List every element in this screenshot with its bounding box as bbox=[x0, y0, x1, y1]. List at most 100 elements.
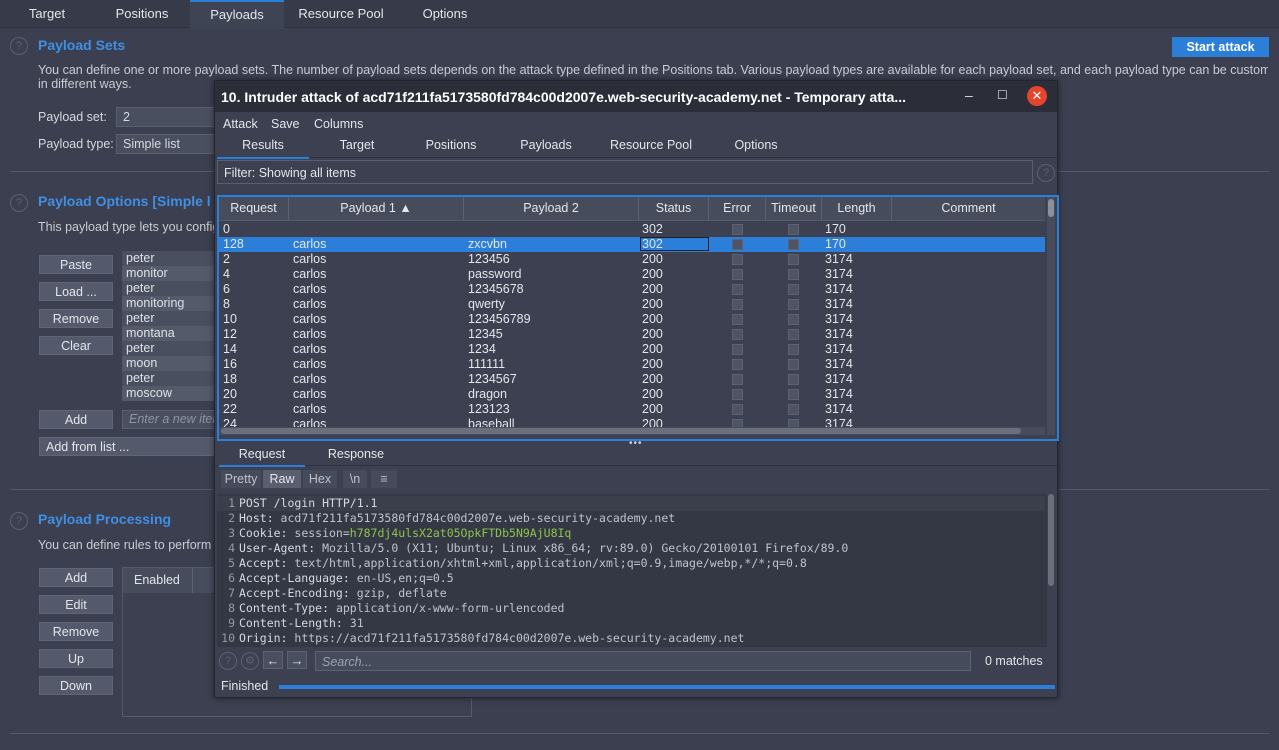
column-payload-1[interactable]: Payload 1 ▲ bbox=[289, 197, 464, 220]
add-from-list-button[interactable]: Add from list ... bbox=[39, 437, 216, 456]
help-icon[interactable]: ? bbox=[10, 194, 28, 212]
results-table[interactable]: Request Payload 1 ▲ Payload 2 Status Err… bbox=[217, 195, 1059, 441]
vertical-scrollbar[interactable] bbox=[1047, 197, 1055, 435]
settings-icon[interactable]: ⚙ bbox=[241, 652, 259, 670]
column-timeout[interactable]: Timeout bbox=[766, 197, 822, 220]
list-item[interactable]: peter bbox=[122, 371, 216, 386]
menu-save[interactable]: Save bbox=[271, 117, 300, 131]
list-item[interactable]: peter bbox=[122, 341, 216, 356]
add-item-button[interactable]: Add bbox=[39, 410, 113, 429]
column-error[interactable]: Error bbox=[709, 197, 766, 220]
help-icon[interactable]: ? bbox=[219, 652, 237, 670]
remove-rule-button[interactable]: Remove bbox=[39, 622, 113, 641]
tab-payloads[interactable]: Payloads bbox=[497, 135, 595, 157]
help-icon[interactable]: ? bbox=[10, 37, 28, 55]
load-button[interactable]: Load ... bbox=[39, 282, 113, 301]
newline-toggle-button[interactable]: \n bbox=[343, 470, 367, 488]
search-input[interactable]: Search... bbox=[315, 651, 971, 671]
list-item[interactable]: moscow bbox=[122, 386, 216, 401]
table-row[interactable]: 22 carlos 123123 200 3174 bbox=[219, 402, 1045, 417]
table-row[interactable]: 4 carlos password 200 3174 bbox=[219, 267, 1045, 282]
scroll-thumb[interactable] bbox=[1048, 199, 1054, 217]
up-rule-button[interactable]: Up bbox=[39, 649, 113, 668]
error-checkbox bbox=[732, 254, 743, 265]
horizontal-scrollbar[interactable] bbox=[219, 427, 1045, 435]
remove-button[interactable]: Remove bbox=[39, 309, 113, 328]
table-row[interactable]: 128 carlos zxcvbn 302 170 bbox=[219, 237, 1045, 252]
tab-target[interactable]: Target bbox=[309, 135, 405, 157]
table-row[interactable]: 16 carlos 111111 200 3174 bbox=[219, 357, 1045, 372]
payload-list[interactable]: peter monitor peter monitoring peter mon… bbox=[122, 251, 216, 401]
table-row[interactable]: 12 carlos 12345 200 3174 bbox=[219, 327, 1045, 342]
tab-results[interactable]: Results bbox=[217, 135, 309, 159]
paste-button[interactable]: Paste bbox=[39, 255, 113, 274]
payload-set-label: Payload set: bbox=[38, 110, 107, 124]
start-attack-button[interactable]: Start attack bbox=[1172, 37, 1269, 57]
previous-icon[interactable]: ← bbox=[263, 651, 283, 669]
request-editor[interactable]: 1 POST /login HTTP/1.1 2 Host: acd71f211fa5… bbox=[217, 494, 1055, 647]
tab-response[interactable]: Response bbox=[311, 443, 401, 465]
status-text: Finished bbox=[221, 679, 269, 693]
table-row[interactable]: 20 carlos dragon 200 3174 bbox=[219, 387, 1045, 402]
editor-scrollbar[interactable] bbox=[1047, 494, 1055, 647]
scroll-thumb[interactable] bbox=[1048, 494, 1054, 586]
hex-button[interactable]: Hex bbox=[303, 470, 337, 488]
column-comment[interactable]: Comment bbox=[892, 197, 1045, 220]
table-row[interactable]: 6 carlos 12345678 200 3174 bbox=[219, 282, 1045, 297]
line-number: 5 bbox=[228, 556, 235, 570]
new-item-input[interactable]: Enter a new iter bbox=[122, 410, 216, 429]
tab-options[interactable]: Options bbox=[398, 0, 492, 27]
table-row[interactable]: 0 302 170 bbox=[219, 222, 1045, 237]
list-item[interactable]: moon bbox=[122, 356, 216, 371]
table-row[interactable]: 14 carlos 1234 200 3174 bbox=[219, 342, 1045, 357]
list-item[interactable]: peter bbox=[122, 281, 216, 296]
tab-request[interactable]: Request bbox=[219, 443, 305, 467]
window-title-bar[interactable]: 10. Intruder attack of acd71f211fa517358… bbox=[215, 81, 1057, 112]
tab-target[interactable]: Target bbox=[0, 0, 94, 27]
clear-button[interactable]: Clear bbox=[39, 336, 113, 355]
tab-resource-pool[interactable]: Resource Pool bbox=[284, 0, 398, 27]
add-rule-button[interactable]: Add bbox=[39, 568, 113, 587]
header-value: en-US,en;q=0.5 bbox=[349, 571, 454, 585]
list-item[interactable]: peter bbox=[122, 251, 216, 266]
column-length[interactable]: Length bbox=[822, 197, 892, 220]
next-icon[interactable]: → bbox=[287, 651, 307, 669]
tab-payloads[interactable]: Payloads bbox=[190, 0, 284, 29]
raw-button[interactable]: Raw bbox=[263, 470, 301, 488]
list-item[interactable]: monitor bbox=[122, 266, 216, 281]
payload-1-cell: carlos bbox=[293, 402, 327, 416]
request-cell: 6 bbox=[223, 282, 230, 296]
payload-type-select[interactable]: Simple list bbox=[116, 134, 216, 154]
column-payload-2[interactable]: Payload 2 bbox=[464, 197, 639, 220]
menu-icon[interactable]: ≡ bbox=[371, 470, 397, 488]
list-item[interactable]: monitoring bbox=[122, 296, 216, 311]
table-row[interactable]: 10 carlos 123456789 200 3174 bbox=[219, 312, 1045, 327]
payload-1-cell: carlos bbox=[293, 312, 327, 326]
tab-options[interactable]: Options bbox=[707, 135, 805, 157]
payload-set-select[interactable]: 2 bbox=[116, 107, 216, 127]
table-row[interactable]: 8 carlos qwerty 200 3174 bbox=[219, 297, 1045, 312]
filter-bar[interactable]: Filter: Showing all items bbox=[217, 160, 1033, 184]
table-row[interactable]: 18 carlos 1234567 200 3174 bbox=[219, 372, 1045, 387]
maximize-icon[interactable]: ☐ bbox=[997, 88, 1008, 102]
enabled-column-header[interactable]: Enabled bbox=[123, 568, 193, 593]
list-item[interactable]: montana bbox=[122, 326, 216, 341]
minimize-icon[interactable]: – bbox=[965, 87, 973, 103]
column-request[interactable]: Request bbox=[219, 197, 289, 220]
edit-rule-button[interactable]: Edit bbox=[39, 595, 113, 614]
tab-resource-pool[interactable]: Resource Pool bbox=[595, 135, 707, 157]
table-row[interactable]: 2 carlos 123456 200 3174 bbox=[219, 252, 1045, 267]
close-icon[interactable]: ✕ bbox=[1027, 86, 1047, 106]
pretty-button[interactable]: Pretty bbox=[221, 470, 261, 488]
list-item[interactable]: peter bbox=[122, 311, 216, 326]
help-icon[interactable]: ? bbox=[1037, 164, 1055, 182]
tab-positions[interactable]: Positions bbox=[94, 0, 190, 27]
column-status[interactable]: Status bbox=[639, 197, 709, 220]
menu-attack[interactable]: Attack bbox=[223, 117, 258, 131]
request-cell: 8 bbox=[223, 297, 230, 311]
tab-positions[interactable]: Positions bbox=[405, 135, 497, 157]
scroll-thumb[interactable] bbox=[221, 428, 1021, 434]
help-icon[interactable]: ? bbox=[10, 512, 28, 530]
down-rule-button[interactable]: Down bbox=[39, 676, 113, 695]
menu-columns[interactable]: Columns bbox=[314, 117, 363, 131]
